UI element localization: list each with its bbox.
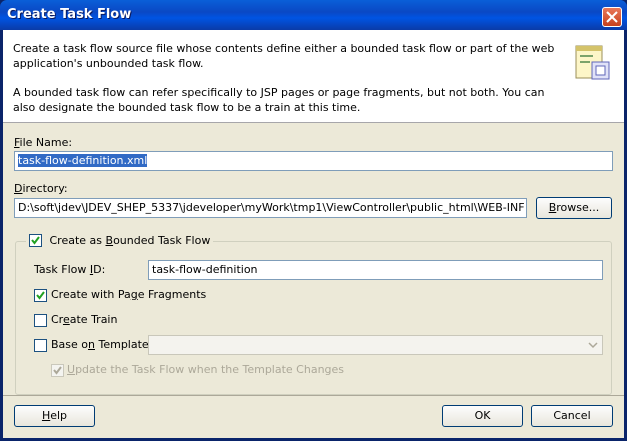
create-train-checkbox[interactable] [34,314,47,327]
page-fragments-checkbox[interactable] [34,289,47,302]
info-panel: Create a task flow source file whose con… [3,30,624,123]
update-on-template-change-label: Update the Task Flow when the Template C… [67,363,345,376]
task-flow-icon [575,45,610,80]
update-on-template-change-checkbox[interactable] [51,364,64,377]
dialog-title: Create Task Flow [7,7,132,22]
task-flow-id-label: Task Flow ID: [34,263,106,276]
file-name-field[interactable]: task-flow-definition.xml [14,151,613,171]
page-fragments-label: Create with Page Fragments [51,288,207,301]
task-flow-id-value: task-flow-definition [152,263,258,276]
help-button[interactable]: Help [14,405,95,427]
bounded-task-flow-group: Create as Bounded Task Flow Task Flow ID… [15,233,612,395]
task-flow-id-field[interactable]: task-flow-definition [148,260,603,280]
checkmark-icon [31,235,40,245]
directory-field[interactable]: D:\soft\jdev\JDEV_SHEP_5337\jdeveloper\m… [14,198,527,218]
file-name-value: task-flow-definition.xml [18,154,148,167]
title-bar[interactable]: Create Task Flow [0,0,627,30]
base-template-combo[interactable] [148,335,603,355]
info-paragraph-1: Create a task flow source file whose con… [13,42,555,70]
directory-value: D:\soft\jdev\JDEV_SHEP_5337\jdeveloper\m… [18,201,525,214]
bounded-task-flow-header: Create as Bounded Task Flow [26,233,214,249]
dialog-window: Create Task Flow Create a task flow sour… [0,0,627,441]
directory-label: Directory: [14,182,68,195]
create-bounded-checkbox[interactable] [29,233,42,247]
base-template-label: Base on Template: [51,338,153,351]
ok-button[interactable]: OK [442,405,523,427]
checkmark-icon [53,366,62,375]
info-paragraph-2: A bounded task flow can refer specifical… [13,86,545,114]
browse-button[interactable]: Browse... [536,197,612,219]
create-bounded-label: Create as Bounded Task Flow [49,234,211,247]
create-train-label: Create Train [51,313,118,326]
close-icon [606,11,618,23]
close-button[interactable] [602,7,622,27]
chevron-down-icon [588,342,598,349]
footer-separator [3,395,624,396]
cancel-button[interactable]: Cancel [531,405,613,427]
dialog-client-area: Create a task flow source file whose con… [3,30,624,438]
checkmark-icon [36,291,45,300]
file-name-label: File Name: [14,136,73,149]
base-template-checkbox[interactable] [34,339,47,352]
